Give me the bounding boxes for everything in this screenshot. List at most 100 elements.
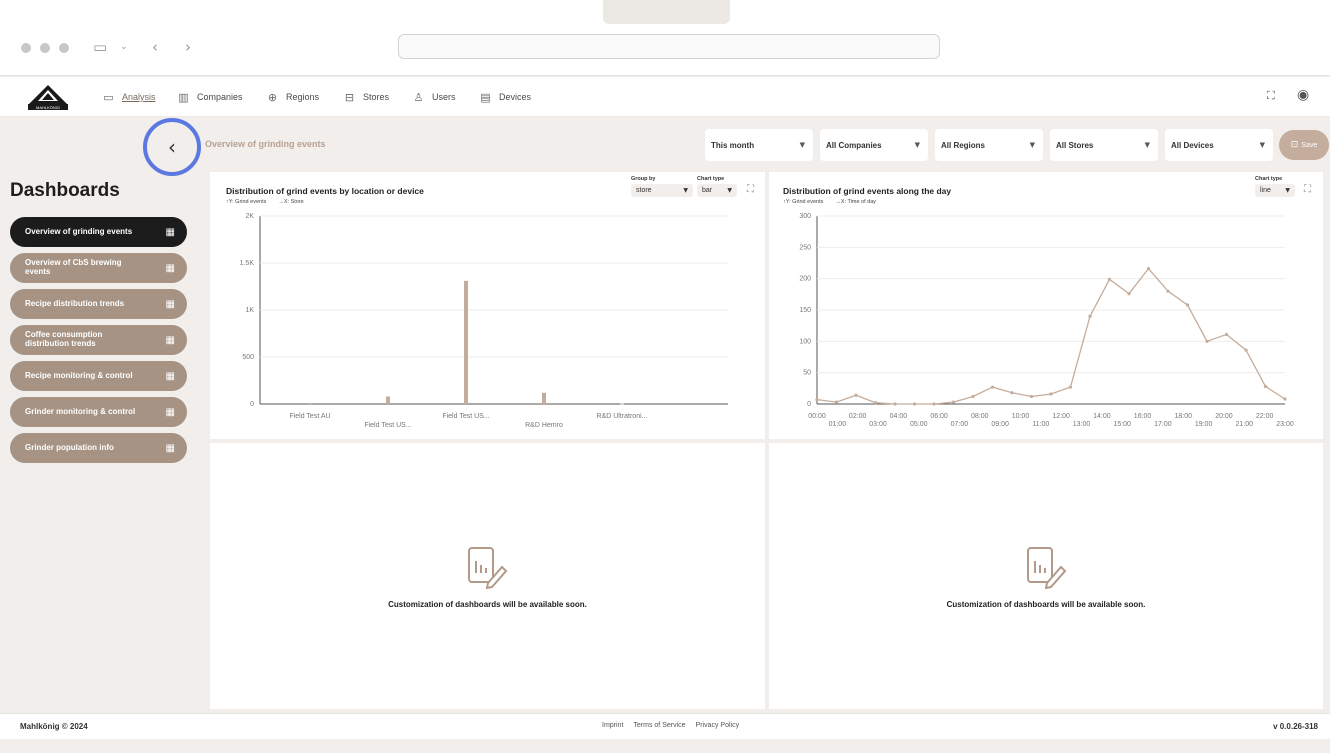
sidebar-item-label: Coffee consumption distribution trends xyxy=(25,330,103,348)
data-point xyxy=(1283,397,1287,401)
x-tick-label: 15:00 xyxy=(1113,421,1131,428)
caret-down-icon: ▼ xyxy=(799,141,805,149)
back-arrow-icon[interactable]: ‹ xyxy=(152,38,158,56)
nav-users[interactable]: ♙ Users xyxy=(412,89,456,105)
y-tick-label: 200 xyxy=(799,276,811,283)
bar xyxy=(542,392,546,404)
dashboards-title: Dashboards xyxy=(10,180,120,201)
bar xyxy=(308,403,312,405)
nav-companies-label: Companies xyxy=(197,92,243,102)
x-tick-label: 01:00 xyxy=(829,421,847,428)
companies-filter[interactable]: All Companies ▼ xyxy=(820,129,928,161)
data-point xyxy=(1068,385,1073,389)
sidebar-item-recipe-monitoring[interactable]: Recipe monitoring & control ▦ xyxy=(10,361,187,391)
store-icon: ⊟ xyxy=(344,90,355,104)
data-point xyxy=(1244,348,1248,352)
sidebar-toggle-icon[interactable]: ▭ xyxy=(93,38,107,56)
x-tick-label: 11:00 xyxy=(1032,421,1049,428)
data-point xyxy=(1088,314,1092,318)
stores-filter[interactable]: All Stores ▼ xyxy=(1050,129,1158,161)
x-tick-label: 02:00 xyxy=(849,413,867,420)
y-tick-label: 100 xyxy=(799,338,811,345)
x-tick-label: 03:00 xyxy=(869,421,887,428)
window-close-button[interactable] xyxy=(21,43,31,53)
data-point xyxy=(815,398,819,402)
nav-stores[interactable]: ⊟ Stores xyxy=(343,89,389,105)
device-icon: ▤ xyxy=(480,90,491,104)
users-icon: ♙ xyxy=(413,90,424,104)
window-zoom-button[interactable] xyxy=(59,43,69,53)
collapse-sidebar-button[interactable]: ‹ xyxy=(143,118,201,176)
copyright-text: Mahlkönig © 2024 xyxy=(20,722,88,731)
mahlkonig-logo[interactable]: MAHLKÖNIG xyxy=(24,83,72,111)
terms-link[interactable]: Terms of Service xyxy=(633,722,685,729)
grid-icon: ▦ xyxy=(165,334,175,346)
nav-analysis-label: Analysis xyxy=(122,92,156,102)
data-point xyxy=(1205,339,1209,343)
caret-down-icon: ▼ xyxy=(1029,141,1035,149)
x-tick-label: 23:00 xyxy=(1276,421,1294,428)
floppy-disk-icon: ⊡ xyxy=(1290,140,1299,150)
browser-tab[interactable] xyxy=(603,0,730,24)
nav-users-label: Users xyxy=(432,92,456,102)
chart-edit-icon xyxy=(468,547,508,589)
app-nav: MAHLKÖNIG ▭ Analysis ▥ Companies ⊕ Regio… xyxy=(0,77,1330,117)
caret-down-icon: ▼ xyxy=(1144,141,1150,149)
save-button[interactable]: ⊡ Save xyxy=(1279,130,1329,160)
account-icon[interactable]: ◉ xyxy=(1297,87,1309,103)
bar xyxy=(464,280,468,404)
sidebar-item-recipe-distribution[interactable]: Recipe distribution trends ▦ xyxy=(10,289,187,319)
grid-icon: ▦ xyxy=(165,262,175,274)
placeholder-panel-left: Customization of dashboards will be avai… xyxy=(210,443,765,709)
sidebar-item-grinder-monitoring[interactable]: Grinder monitoring & control ▦ xyxy=(10,397,187,427)
nav-regions[interactable]: ⊕ Regions xyxy=(266,89,319,105)
fullscreen-icon[interactable]: ⛶ xyxy=(1267,89,1275,103)
data-point xyxy=(854,393,858,397)
imprint-link[interactable]: Imprint xyxy=(602,722,623,729)
sidebar-item-label: Grinder population info xyxy=(25,442,114,452)
nav-devices[interactable]: ▤ Devices xyxy=(479,89,531,105)
x-tick-label: 20:00 xyxy=(1215,413,1233,420)
devices-filter[interactable]: All Devices ▼ xyxy=(1165,129,1273,161)
version-text: v 0.0.26-318 xyxy=(1273,722,1318,731)
data-point xyxy=(834,400,839,404)
devices-filter-value: All Devices xyxy=(1171,140,1214,150)
x-tick-label: 21:00 xyxy=(1236,421,1254,428)
window-minimize-button[interactable] xyxy=(40,43,50,53)
sidebar-item-label: Recipe distribution trends xyxy=(25,298,125,308)
data-point xyxy=(1127,292,1131,296)
chevron-down-icon[interactable]: ⌄ xyxy=(120,42,128,52)
chart-edit-icon xyxy=(1027,547,1067,589)
period-filter[interactable]: This month ▼ xyxy=(705,129,813,161)
line-chart-panel: Distribution of grind events along the d… xyxy=(769,172,1323,439)
sidebar-item-grinder-population[interactable]: Grinder population info ▦ xyxy=(10,433,187,463)
analysis-icon: ▭ xyxy=(103,90,114,104)
data-point xyxy=(932,402,936,406)
nav-companies[interactable]: ▥ Companies xyxy=(177,89,243,105)
x-tick-label: 22:00 xyxy=(1256,413,1274,420)
data-point xyxy=(990,385,995,389)
sidebar-item-coffee-consumption[interactable]: Coffee consumption distribution trends ▦ xyxy=(10,325,187,355)
nav-analysis[interactable]: ▭ Analysis xyxy=(102,89,156,105)
grid-icon: ▦ xyxy=(165,226,175,238)
x-tick-label: 13:00 xyxy=(1073,421,1091,428)
period-filter-value: This month xyxy=(711,140,755,150)
forward-arrow-icon[interactable]: › xyxy=(185,38,191,56)
privacy-link[interactable]: Privacy Policy xyxy=(696,722,740,729)
y-tick-label: 0 xyxy=(250,401,254,408)
y-tick-label: 50 xyxy=(803,370,811,377)
data-point xyxy=(1263,384,1268,389)
address-bar[interactable] xyxy=(398,34,940,59)
y-tick-label: 500 xyxy=(242,354,254,361)
x-tick-label: 00:00 xyxy=(808,413,826,420)
sidebar-item-label: Overview of CbS brewing events xyxy=(25,258,122,276)
x-tick-label: Field Test US... xyxy=(442,413,489,420)
series-line xyxy=(816,267,1286,405)
x-tick-label: R&D Hemro xyxy=(525,422,563,429)
grid-icon: ▦ xyxy=(165,442,175,454)
sidebar-item-cbs-brewing[interactable]: Overview of CbS brewing events ▦ xyxy=(10,253,187,283)
sidebar-item-grinding-overview[interactable]: Overview of grinding events ▦ xyxy=(10,217,187,247)
regions-filter[interactable]: All Regions ▼ xyxy=(935,129,1043,161)
x-tick-label: 12:00 xyxy=(1052,413,1070,420)
x-tick-label: 18:00 xyxy=(1174,413,1192,420)
